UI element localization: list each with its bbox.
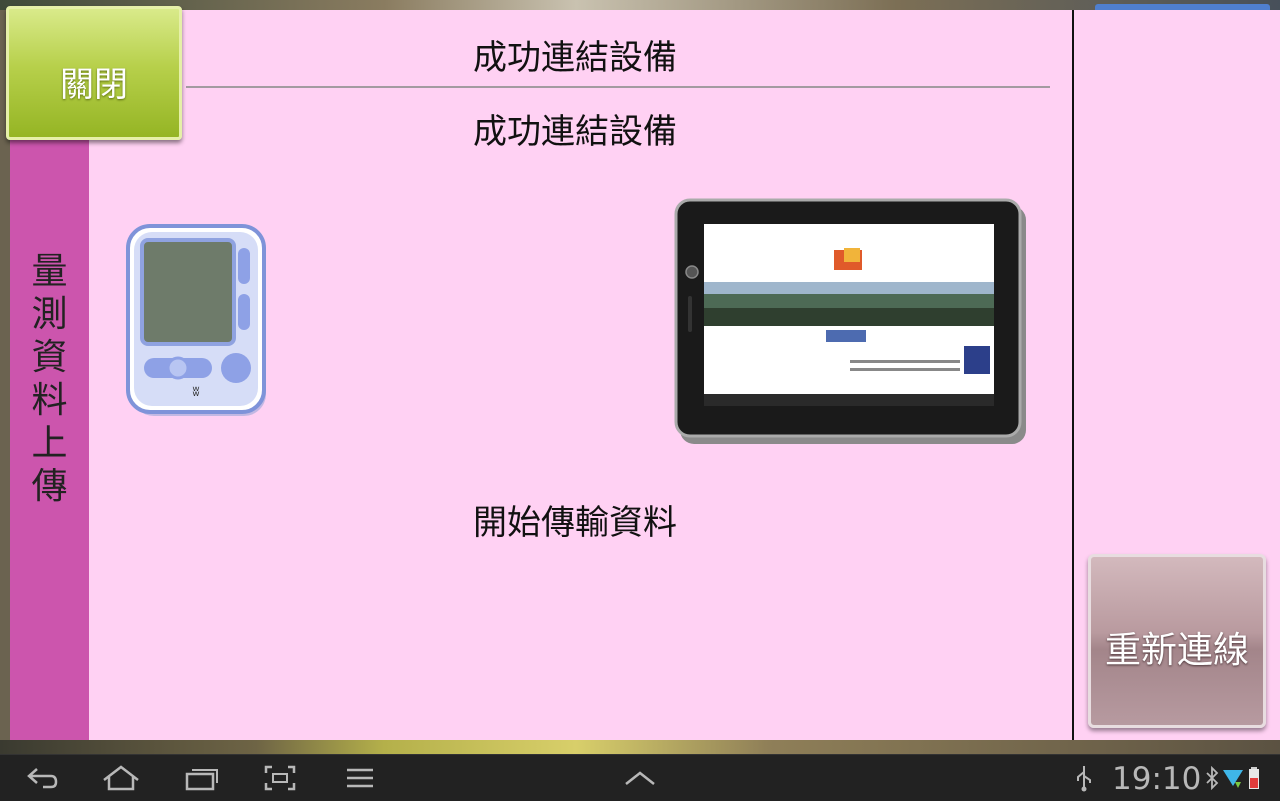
reconnect-button-label: 重新連線 bbox=[1104, 630, 1249, 671]
bluetooth-icon bbox=[1203, 755, 1221, 801]
wifi-icon bbox=[1222, 755, 1244, 801]
side-label: 量 測 資 料 上 傳 bbox=[31, 251, 68, 507]
screenshot-icon[interactable] bbox=[260, 755, 300, 801]
connection-message: 成功連結設備 bbox=[473, 112, 677, 152]
transfer-status: 開始傳輸資料 bbox=[473, 503, 677, 543]
system-navigation-bar: 19:10 bbox=[0, 754, 1280, 801]
close-button-label: 關閉 bbox=[60, 65, 128, 105]
status-clock: 19:10 bbox=[1112, 761, 1202, 797]
reconnect-button[interactable]: 重新連線 bbox=[1088, 554, 1266, 728]
background-bottom-strip bbox=[0, 740, 1280, 754]
up-chevron-icon[interactable] bbox=[620, 755, 660, 801]
back-icon[interactable] bbox=[22, 755, 62, 801]
background-top-strip bbox=[0, 0, 1280, 10]
battery-icon bbox=[1246, 755, 1262, 801]
home-icon[interactable] bbox=[98, 755, 144, 801]
tablet-icon bbox=[674, 198, 1026, 444]
usb-icon bbox=[1072, 755, 1096, 801]
close-button[interactable]: 關閉 bbox=[6, 6, 182, 140]
menu-icon[interactable] bbox=[342, 755, 378, 801]
title-divider bbox=[186, 86, 1050, 88]
blood-pressure-monitor-icon: ʬ bbox=[126, 224, 266, 416]
dialog-title: 成功連結設備 bbox=[473, 38, 677, 78]
svg-text:ʬ: ʬ bbox=[192, 384, 199, 400]
recent-apps-icon[interactable] bbox=[182, 755, 222, 801]
